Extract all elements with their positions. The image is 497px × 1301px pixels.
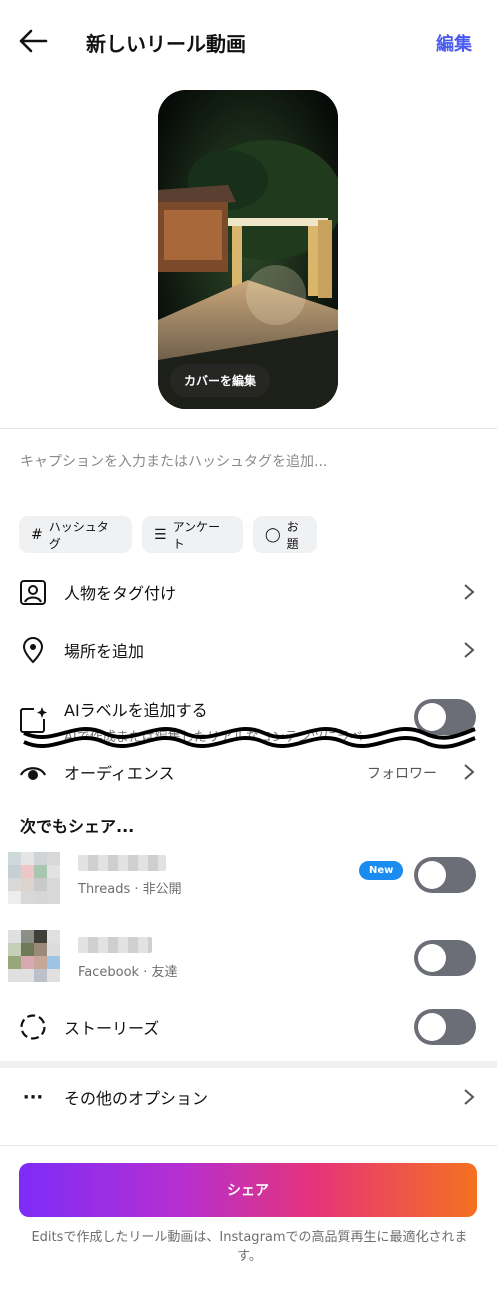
caption-input[interactable]: キャプションを入力またはハッシュタグを追加... [20, 451, 327, 471]
audience-eye-icon [18, 757, 48, 787]
more-options-label: その他のオプション [64, 1089, 209, 1108]
audience-label: オーディエンス [64, 764, 175, 783]
location-pin-icon [18, 635, 48, 665]
add-location-row[interactable]: 場所を追加 [0, 621, 497, 679]
chevron-right-icon [464, 764, 475, 780]
chevron-right-icon [464, 584, 475, 600]
poll-chip[interactable]: ☰ アンケート [142, 516, 243, 553]
threads-account-name-redacted [78, 855, 166, 871]
more-dots-icon: ··· [22, 1086, 44, 1108]
edit-cover-button[interactable]: カバーを編集 [170, 364, 271, 397]
share-button[interactable]: シェア [19, 1163, 477, 1217]
footer-note: Editsで作成したリール動画は、Instagramでの高品質再生に最適化されま… [31, 1230, 468, 1264]
video-thumbnail[interactable]: カバーを編集 [158, 90, 338, 409]
divider [0, 428, 497, 429]
new-badge: New [359, 861, 404, 880]
share-section-heading: 次でもシェア... [20, 817, 135, 836]
add-location-label: 場所を追加 [64, 642, 145, 661]
more-options-row[interactable]: ··· その他のオプション [0, 1068, 497, 1126]
chevron-right-icon [464, 1089, 475, 1105]
tag-people-label: 人物をタグ付け [64, 584, 177, 603]
back-arrow-icon[interactable] [18, 28, 48, 54]
divider [0, 1145, 497, 1146]
facebook-account-name-redacted [78, 937, 152, 953]
facebook-toggle[interactable] [414, 940, 476, 976]
hashtag-icon: # [31, 526, 43, 543]
stories-toggle[interactable] [414, 1009, 476, 1045]
prompt-icon: ◯ [265, 526, 281, 543]
audience-row[interactable]: オーディエンス フォロワー [0, 743, 497, 801]
page-title: 新しいリール動画 [86, 32, 246, 56]
edit-button[interactable]: 編集 [436, 30, 472, 56]
poll-icon: ☰ [154, 526, 167, 543]
prompt-chip[interactable]: ◯ お題 [253, 516, 317, 553]
tag-people-icon [18, 577, 48, 607]
section-divider [0, 1061, 497, 1068]
threads-toggle[interactable] [414, 857, 476, 893]
audience-value: フォロワー [367, 766, 437, 782]
tag-people-row[interactable]: 人物をタグ付け [0, 563, 497, 621]
threads-avatar [8, 852, 60, 904]
stories-dashed-circle-icon [18, 1012, 48, 1042]
shrine-scene-image [158, 90, 338, 409]
threads-subtitle: Threads · 非公開 [78, 882, 182, 897]
hashtag-chip[interactable]: # ハッシュタグ [19, 516, 132, 553]
stories-label: ストーリーズ [64, 1019, 160, 1038]
facebook-subtitle: Facebook · 友達 [78, 965, 178, 980]
facebook-avatar [8, 930, 60, 982]
chevron-right-icon [464, 642, 475, 658]
